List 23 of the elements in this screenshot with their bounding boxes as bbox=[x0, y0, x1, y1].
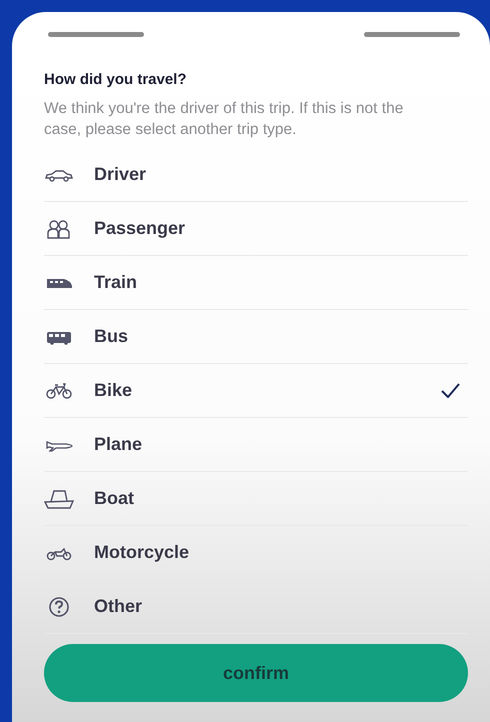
sheet-description: We think you're the driver of this trip. If this is not the case, please select another trip type. bbox=[44, 99, 404, 140]
option-label: Bike bbox=[94, 380, 134, 401]
trip-type-option[interactable]: Boat bbox=[44, 472, 468, 526]
option-label: Passenger bbox=[94, 218, 186, 239]
trip-type-option[interactable]: Plane bbox=[44, 418, 468, 472]
option-label: Driver bbox=[94, 164, 148, 185]
boat-icon bbox=[44, 488, 74, 508]
trip-type-option[interactable]: Train bbox=[44, 256, 468, 310]
option-label: Other bbox=[94, 596, 144, 617]
option-label: Motorcycle bbox=[94, 542, 190, 563]
trip-type-option[interactable]: Other bbox=[44, 580, 468, 634]
option-label: Train bbox=[94, 272, 138, 293]
trip-type-option[interactable]: Motorcycle bbox=[44, 526, 468, 580]
option-label: Plane bbox=[94, 434, 144, 455]
trip-type-option[interactable]: Driver bbox=[44, 148, 468, 202]
trip-type-option[interactable]: Bike bbox=[44, 364, 468, 418]
option-label: Bus bbox=[94, 326, 130, 347]
confirm-button[interactable]: confirm bbox=[44, 644, 468, 702]
bicycle-icon bbox=[44, 380, 74, 400]
trip-type-option[interactable]: Bus bbox=[44, 310, 468, 364]
sheet-title: How did you travel? bbox=[44, 71, 188, 88]
option-label: Boat bbox=[94, 488, 135, 509]
trip-type-option[interactable]: Passenger bbox=[44, 202, 468, 256]
